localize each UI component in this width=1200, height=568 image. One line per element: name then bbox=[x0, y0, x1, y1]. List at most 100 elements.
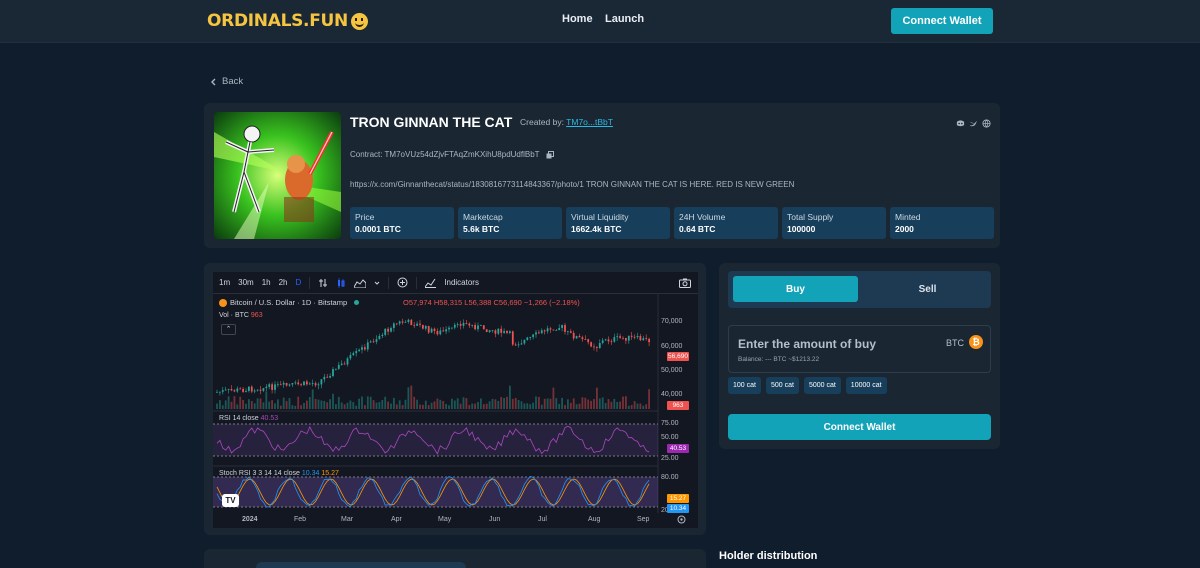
candle-body bbox=[250, 386, 253, 392]
candle-body bbox=[285, 382, 288, 386]
volume-bar bbox=[514, 397, 517, 409]
volume-bar bbox=[311, 389, 314, 409]
volume-bar bbox=[369, 396, 372, 409]
candle-body bbox=[311, 383, 314, 384]
nav-home-link[interactable]: Home bbox=[562, 13, 593, 25]
volume-bar bbox=[648, 389, 650, 409]
logo-text: ORDINALS.FUN bbox=[207, 11, 348, 31]
volume-bar bbox=[627, 405, 630, 409]
bottom-panel-tab[interactable] bbox=[256, 562, 466, 568]
volume-bar bbox=[451, 398, 453, 409]
volume-bar bbox=[436, 398, 439, 409]
settings-icon[interactable] bbox=[677, 515, 686, 524]
candle-body bbox=[604, 339, 607, 341]
quick-amount-5000[interactable]: 5000 cat bbox=[803, 377, 841, 394]
volume-bar bbox=[413, 396, 416, 409]
bottom-panel bbox=[204, 549, 706, 568]
candle-body bbox=[497, 328, 500, 334]
candle-body bbox=[459, 324, 462, 326]
volume-bar bbox=[442, 401, 445, 409]
volume-bar bbox=[288, 398, 291, 409]
globe-icon[interactable] bbox=[982, 115, 991, 128]
candle-body bbox=[567, 331, 569, 333]
volume-bar bbox=[233, 396, 236, 409]
volume-bar bbox=[453, 400, 456, 409]
volume-bar bbox=[329, 399, 331, 409]
volume-bar bbox=[378, 402, 381, 409]
candle-body bbox=[639, 335, 642, 341]
candle-body bbox=[314, 383, 317, 386]
nav-launch-link[interactable]: Launch bbox=[605, 13, 644, 25]
candle-body bbox=[569, 331, 572, 333]
stat-value: 100000 bbox=[787, 224, 816, 234]
volume-bar bbox=[604, 403, 607, 409]
volume-bar bbox=[395, 404, 398, 409]
volume-bar bbox=[523, 403, 526, 409]
candle-body bbox=[648, 338, 650, 343]
volume-bar bbox=[279, 405, 282, 409]
contract-text: Contract: TM7oVUz54dZjvFTAqZmKXihU8pdUdf… bbox=[350, 150, 540, 159]
connect-wallet-button[interactable]: Connect Wallet bbox=[891, 8, 993, 34]
candle-body bbox=[572, 332, 575, 339]
tab-sell[interactable]: Sell bbox=[868, 276, 987, 302]
volume-bar bbox=[337, 396, 340, 409]
candle-body bbox=[265, 386, 268, 389]
volume-bar bbox=[630, 405, 633, 409]
volume-bar bbox=[596, 387, 598, 409]
candle-body bbox=[274, 384, 276, 390]
candle-body bbox=[364, 347, 366, 350]
amount-input[interactable]: Enter the amount of buy BTC ₿ Balance: -… bbox=[728, 325, 991, 373]
volume-bar bbox=[297, 396, 300, 409]
collapse-legend-button[interactable]: ⌃ bbox=[221, 324, 236, 335]
candle-body bbox=[340, 363, 343, 365]
quick-amount-100[interactable]: 100 cat bbox=[728, 377, 761, 394]
site-logo[interactable]: ORDINALS.FUN bbox=[207, 11, 368, 31]
candle-body bbox=[630, 335, 633, 337]
trade-connect-wallet-button[interactable]: Connect Wallet bbox=[728, 414, 991, 440]
candle-body bbox=[349, 355, 352, 359]
candle-body bbox=[390, 327, 392, 332]
twitter-icon[interactable] bbox=[969, 115, 978, 127]
volume-bar bbox=[308, 397, 311, 409]
volume-bar bbox=[335, 404, 337, 409]
candle-body bbox=[462, 322, 465, 326]
candle-body bbox=[410, 319, 413, 326]
stat-label: Total Supply bbox=[787, 212, 834, 222]
candle-body bbox=[584, 339, 587, 340]
ohlc-readout: O57,974 H58,315 L56,388 C56,690 −1,266 (… bbox=[403, 298, 580, 307]
quick-amount-500[interactable]: 500 cat bbox=[765, 377, 799, 394]
tradingview-chart[interactable]: 1m 30m 1h 2h D Indicators Bitcoin / U.S.… bbox=[213, 272, 698, 528]
candle-body bbox=[242, 388, 244, 392]
creator-link[interactable]: TM7o...tBbT bbox=[566, 117, 613, 127]
quick-amount-10000[interactable]: 10000 cat bbox=[845, 377, 887, 394]
volume-bar bbox=[253, 403, 256, 409]
volume-bar bbox=[500, 397, 503, 409]
candle-body bbox=[393, 323, 395, 328]
volume-bar bbox=[494, 399, 497, 409]
candle-body bbox=[294, 382, 297, 384]
volume-bar bbox=[506, 396, 508, 409]
volume-bar bbox=[424, 400, 427, 409]
stoch-label-text: Stoch RSI 3 3 14 14 close bbox=[219, 470, 300, 477]
volume-bar bbox=[459, 403, 462, 409]
rsi-axis-tick: 25.00 bbox=[661, 455, 679, 462]
copy-icon[interactable] bbox=[546, 150, 554, 159]
candle-body bbox=[465, 322, 468, 324]
volume-bar bbox=[375, 402, 378, 409]
smiley-icon bbox=[350, 12, 368, 30]
chart-symbol-title: Bitcoin / U.S. Dollar · 1D · Bitstamp bbox=[219, 298, 360, 307]
volume-bar bbox=[517, 400, 520, 409]
stat-total-supply: Total Supply 100000 bbox=[782, 207, 886, 239]
volume-bar bbox=[445, 403, 447, 409]
volume-bar bbox=[422, 404, 424, 409]
candle-body bbox=[378, 336, 381, 340]
discord-icon[interactable] bbox=[956, 115, 965, 127]
tab-buy[interactable]: Buy bbox=[733, 276, 858, 302]
candle-body bbox=[645, 338, 648, 339]
volume-bar bbox=[340, 402, 343, 409]
stoch-d-tag: 15.27 bbox=[667, 494, 689, 503]
back-link[interactable]: Back bbox=[210, 76, 243, 87]
candle-body bbox=[610, 341, 613, 343]
candle-body bbox=[520, 343, 523, 345]
token-name: TRON GINNAN THE CAT bbox=[350, 114, 513, 130]
